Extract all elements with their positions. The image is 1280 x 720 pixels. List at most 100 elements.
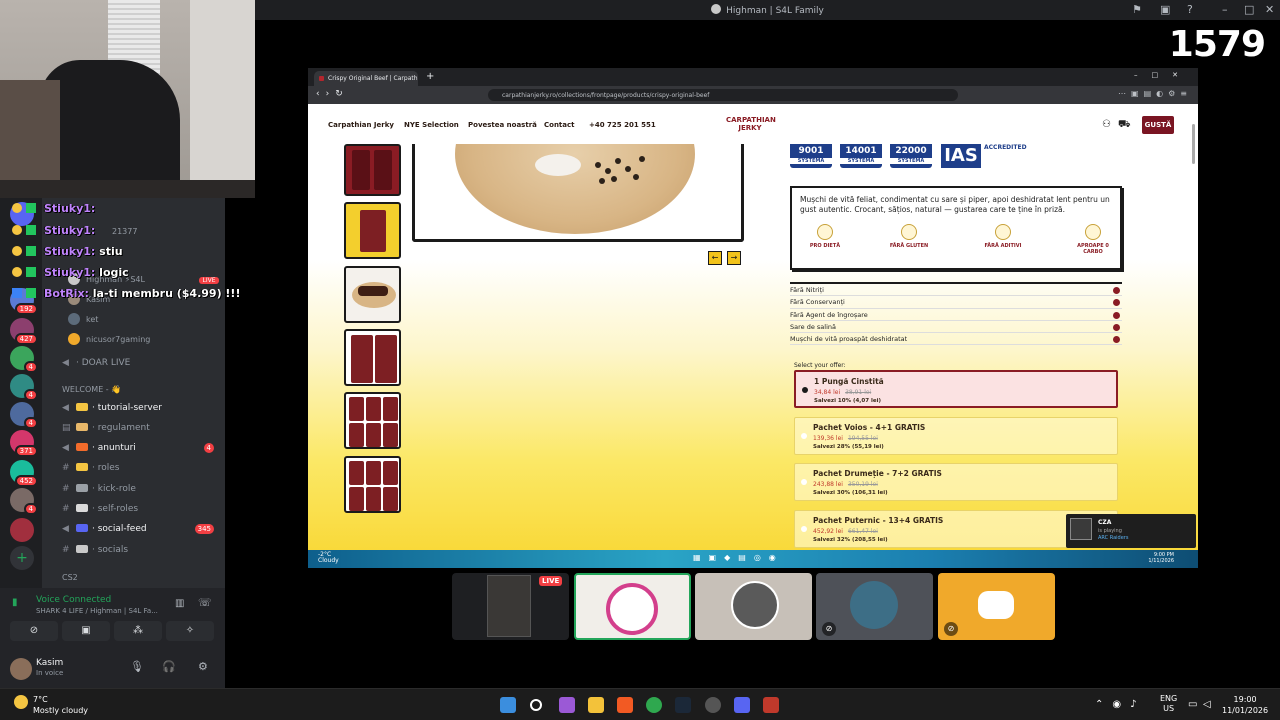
cart-icon[interactable]: ⛟ [1118,119,1131,132]
system-tray-icons[interactable]: ⌃◉♪ [1095,699,1146,710]
nav-phone[interactable]: +40 725 201 551 [589,121,656,129]
offer-option[interactable]: Pachet Drumeție - 7+2 GRATIS 243,88 lei 3… [794,463,1118,501]
soundboard-button[interactable]: ✧ [166,621,214,641]
server-icon[interactable]: 4 [10,374,38,401]
channel-kick-role[interactable]: # · kick-role [54,481,222,497]
activities-button[interactable]: ⁂ [114,621,162,641]
inbox-icon[interactable]: ⚑ [1132,3,1142,16]
copilot-icon[interactable] [559,697,575,713]
scrollbar[interactable] [1192,124,1195,164]
prev-image-button[interactable]: ← [708,251,722,265]
server-icon[interactable]: 427 [10,318,38,345]
username[interactable]: Kasim [36,658,63,668]
channel-regulament[interactable]: ▤ · regulament [54,420,222,436]
thumbnail[interactable] [344,329,401,386]
server-icon[interactable] [10,518,34,542]
search-icon[interactable] [530,699,542,711]
network-icon[interactable]: ▭ [1188,699,1197,710]
participant-tile-stream[interactable]: LIVE [452,573,569,640]
new-tab-icon[interactable]: + [426,71,434,82]
nav-arrows-icon[interactable]: ‹›↻ [316,89,349,99]
category-cs2[interactable]: CS2 [62,573,78,582]
channel-social-feed[interactable]: ◀ · social-feed 345 [54,521,222,537]
file-explorer-icon[interactable] [588,697,604,713]
microphone-icon[interactable]: 🎙 [130,660,144,673]
settings-gear-icon[interactable]: ⚙ [198,660,208,673]
weather-icon[interactable] [14,695,28,709]
steam-icon[interactable] [675,697,691,713]
nav-nye[interactable]: NYE Selection [404,121,459,129]
weather-temp[interactable]: 7°C [33,695,48,704]
add-server-icon[interactable]: + [10,546,34,570]
game-activity-toast[interactable]: CZA is playing ARC Raiders [1066,514,1196,548]
user-icon[interactable]: ⚇ [1102,119,1111,130]
obs-icon[interactable] [705,697,721,713]
discord-icon[interactable] [734,697,750,713]
remote-taskbar-icons: ▦▣◆▤◎◉ [693,553,784,562]
category-welcome[interactable]: WELCOME - 👋 [62,385,121,394]
avatar[interactable] [10,658,32,680]
server-icon[interactable]: 371 [10,430,38,457]
disconnect-icon[interactable]: ☏ [198,596,212,609]
voice-user[interactable]: 21377 [112,224,137,240]
maximize-icon[interactable]: □ [1244,3,1254,16]
participant-tile[interactable] [695,573,812,640]
cta-button[interactable]: GUSTĂ [1142,116,1174,134]
thumbnail[interactable] [344,144,401,196]
camera-button[interactable]: ⊘ [10,621,58,641]
site-logo[interactable]: CARPATHIAN JERKY [726,116,776,132]
voice-user[interactable]: ket [68,312,98,328]
minimize-icon[interactable]: – [1222,3,1228,16]
radio-selected[interactable] [802,387,808,393]
screenshare-button[interactable]: ▣ [62,621,110,641]
thumbnail-selected[interactable] [344,266,401,323]
language-indicator[interactable]: ENG US [1160,694,1177,714]
thumbnail[interactable] [344,456,401,513]
extensions-icons[interactable]: ⋯▣▤◐⚙≡ [1118,89,1192,98]
server-icon[interactable]: 4 [10,346,38,373]
server-icon[interactable]: 4 [10,402,38,429]
voice-user[interactable]: nicusor7gaming [68,332,150,348]
offer-option[interactable]: Pachet Voios - 4+1 GRATIS 139,36 lei 194,… [794,417,1118,455]
participant-tile-speaking[interactable] [574,573,691,640]
voice-status[interactable]: Voice Connected [36,595,111,605]
channel-tutorial-server[interactable]: ◀ · tutorial-server [54,400,222,416]
weather-condition[interactable]: Mostly cloudy [33,706,88,715]
channel-self-roles[interactable]: # · self-roles [54,501,222,517]
participant-tile[interactable]: ⊘ [938,573,1055,640]
server-icon[interactable]: 452 [10,460,38,487]
thumbnail[interactable] [344,392,401,449]
sub-icon [26,288,36,298]
radio[interactable] [801,433,807,439]
brave-icon[interactable] [617,697,633,713]
nav-story[interactable]: Povestea noastră [468,121,537,129]
channel-doar-live[interactable]: ◀ · DOAR LIVE [54,355,222,371]
next-image-button[interactable]: → [727,251,741,265]
server-icon[interactable]: 4 [10,488,38,515]
help-icon[interactable]: ? [1187,3,1193,16]
screen-icon[interactable]: ▣ [1160,3,1170,16]
thumbnail[interactable] [344,202,401,259]
noise-icon[interactable]: ▥ [175,598,184,609]
channel-socials[interactable]: # · socials [54,542,222,558]
start-icon[interactable] [500,697,516,713]
address-bar[interactable]: carpathianjerky.ro/collections/frontpage… [488,89,958,101]
chrome-icon[interactable] [646,697,662,713]
voice-channel-name[interactable]: SHARK 4 LIFE / Highman | S4L Fa... [36,607,158,615]
product-main-image[interactable] [412,144,744,242]
nav-home[interactable]: Carpathian Jerky [328,121,394,129]
channel-anunturi[interactable]: ◀ · anunturi 4 [54,440,222,456]
radio[interactable] [801,526,807,532]
volume-icon[interactable]: ◁ [1203,699,1211,710]
browser-tab[interactable]: Crispy Original Beef | Carpathian [314,71,418,86]
system-clock[interactable]: 19:00 11/01/2026 [1222,694,1268,716]
radio[interactable] [801,479,807,485]
offer-option-selected[interactable]: 1 Pungă Cinstită 34,84 lei 38,91 lei Salv… [794,370,1118,408]
participant-tile[interactable]: ⊘ [816,573,933,640]
headphones-icon[interactable]: 🎧 [162,660,176,673]
close-icon[interactable]: ✕ [1265,3,1274,16]
channel-roles[interactable]: # · roles [54,460,222,476]
window-controls[interactable]: –□✕ [1134,71,1192,79]
shield-icon[interactable] [763,697,779,713]
nav-contact[interactable]: Contact [544,121,575,129]
